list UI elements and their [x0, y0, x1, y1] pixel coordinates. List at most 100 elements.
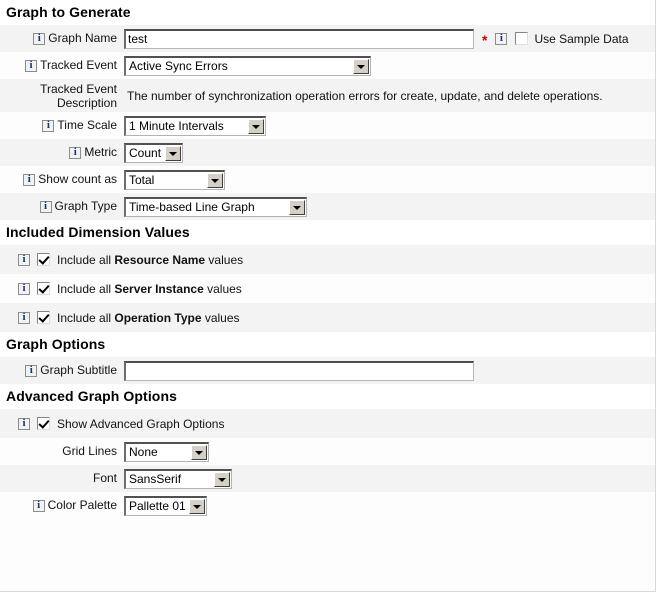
chevron-down-icon[interactable]	[214, 472, 230, 487]
time-scale-label: Time Scale	[57, 119, 117, 132]
time-scale-label-cell: Time Scale	[0, 119, 122, 132]
form-row-time-scale: Time Scale 1 Minute Intervals	[0, 112, 655, 139]
info-icon[interactable]	[33, 33, 45, 45]
info-icon[interactable]	[18, 254, 30, 266]
form-row-show-advanced: Show Advanced Graph Options	[0, 409, 655, 438]
show-advanced-checkbox[interactable]	[37, 417, 50, 430]
info-icon[interactable]	[69, 147, 81, 159]
info-icon[interactable]	[18, 312, 30, 324]
tracked-event-description-label-line2: Description	[0, 96, 117, 110]
metric-field-cell: Count	[122, 143, 655, 163]
graph-subtitle-field-cell	[122, 361, 655, 381]
tracked-event-field-cell: Active Sync Errors	[122, 56, 655, 76]
chevron-down-icon[interactable]	[165, 146, 181, 161]
graph-name-label-cell: Graph Name	[0, 32, 122, 45]
section-heading-graph-to-generate: Graph to Generate	[0, 0, 655, 25]
include-all-checkbox[interactable]	[37, 253, 50, 266]
dimension-name: Operation Type	[114, 311, 201, 325]
info-icon-slot	[0, 312, 30, 324]
info-icon[interactable]	[40, 201, 52, 213]
graph-type-value: Time-based Line Graph	[129, 200, 255, 214]
chevron-down-icon[interactable]	[207, 173, 223, 188]
graph-generator-form: Graph to Generate Graph Name * Use Sampl…	[0, 0, 656, 592]
time-scale-select[interactable]: 1 Minute Intervals	[124, 116, 266, 136]
show-advanced-label: Show Advanced Graph Options	[57, 417, 224, 431]
include-all-checkbox[interactable]	[37, 311, 50, 324]
graph-type-select[interactable]: Time-based Line Graph	[124, 197, 307, 217]
tracked-event-description-text: The number of synchronization operation …	[124, 89, 603, 103]
dimension-prefix: Include all	[57, 311, 114, 325]
graph-type-label-cell: Graph Type	[0, 200, 122, 213]
color-palette-label-cell: Color Palette	[0, 499, 122, 512]
form-row-tracked-event: Tracked Event Active Sync Errors	[0, 52, 655, 79]
tracked-event-value: Active Sync Errors	[129, 59, 228, 73]
tracked-event-label: Tracked Event	[40, 59, 117, 72]
tracked-event-description-label-line1: Tracked Event	[0, 82, 117, 96]
info-icon[interactable]	[23, 174, 35, 186]
form-row-metric: Metric Count	[0, 139, 655, 166]
form-row-color-palette: Color Palette Pallette 01	[0, 492, 655, 519]
form-row-graph-subtitle: Graph Subtitle	[0, 357, 655, 384]
dimension-suffix: values	[205, 253, 243, 267]
chevron-down-icon[interactable]	[191, 445, 207, 460]
info-icon[interactable]	[495, 33, 507, 45]
dimension-label: Include all Operation Type values	[57, 311, 240, 325]
time-scale-value: 1 Minute Intervals	[129, 119, 224, 133]
use-sample-data-label: Use Sample Data	[534, 32, 628, 46]
graph-subtitle-input[interactable]	[124, 361, 474, 381]
graph-name-input[interactable]	[124, 29, 474, 49]
color-palette-label: Color Palette	[48, 499, 117, 512]
dimension-row-resource-name: Include all Resource Name values	[0, 245, 655, 274]
include-all-checkbox[interactable]	[37, 282, 50, 295]
info-icon[interactable]	[25, 365, 37, 377]
checkbox-slot	[30, 311, 57, 324]
chevron-down-icon[interactable]	[248, 119, 264, 134]
show-count-as-label-cell: Show count as	[0, 173, 122, 186]
metric-value: Count	[129, 146, 161, 160]
show-count-as-field-cell: Total	[122, 170, 655, 190]
dimension-name: Server Instance	[114, 282, 203, 296]
use-sample-data-checkbox[interactable]	[515, 32, 528, 45]
metric-label-cell: Metric	[0, 146, 122, 159]
info-icon[interactable]	[18, 283, 30, 295]
chevron-down-icon[interactable]	[289, 200, 305, 215]
graph-type-label: Graph Type	[55, 200, 117, 213]
form-row-show-count-as: Show count as Total	[0, 166, 655, 193]
show-count-as-select[interactable]: Total	[124, 170, 225, 190]
tracked-event-select[interactable]: Active Sync Errors	[124, 56, 371, 76]
grid-lines-value: None	[129, 445, 158, 459]
checkbox-slot	[30, 253, 57, 266]
info-icon[interactable]	[18, 418, 30, 430]
font-select[interactable]: SansSerif	[124, 469, 232, 489]
font-label: Font	[93, 472, 117, 485]
dimension-label: Include all Server Instance values	[57, 282, 242, 296]
dimension-label: Include all Resource Name values	[57, 253, 243, 267]
section-heading-advanced-graph-options: Advanced Graph Options	[0, 384, 655, 409]
graph-name-field-cell: * Use Sample Data	[122, 29, 655, 49]
tracked-event-label-cell: Tracked Event	[0, 59, 122, 72]
graph-name-label: Graph Name	[48, 32, 117, 45]
grid-lines-label: Grid Lines	[62, 445, 117, 458]
use-sample-data-group: Use Sample Data	[515, 32, 628, 46]
font-label-cell: Font	[0, 472, 122, 485]
graph-subtitle-label: Graph Subtitle	[40, 364, 117, 377]
color-palette-select[interactable]: Pallette 01	[124, 496, 207, 516]
metric-select[interactable]: Count	[124, 143, 183, 163]
chevron-down-icon[interactable]	[189, 499, 205, 514]
dimension-row-operation-type: Include all Operation Type values	[0, 303, 655, 332]
metric-label: Metric	[84, 146, 117, 159]
font-field-cell: SansSerif	[122, 469, 655, 489]
checkbox-slot	[30, 417, 57, 430]
grid-lines-select[interactable]: None	[124, 442, 209, 462]
time-scale-field-cell: 1 Minute Intervals	[122, 116, 655, 136]
info-icon[interactable]	[25, 60, 37, 72]
show-count-as-value: Total	[129, 173, 154, 187]
dimension-suffix: values	[202, 311, 240, 325]
info-icon[interactable]	[33, 500, 45, 512]
checkbox-slot	[30, 282, 57, 295]
info-icon[interactable]	[42, 120, 54, 132]
form-row-graph-name: Graph Name * Use Sample Data	[0, 25, 655, 52]
info-icon-slot	[0, 283, 30, 295]
tracked-event-description-label-cell: Tracked Event Description	[0, 81, 122, 110]
chevron-down-icon[interactable]	[353, 59, 369, 74]
